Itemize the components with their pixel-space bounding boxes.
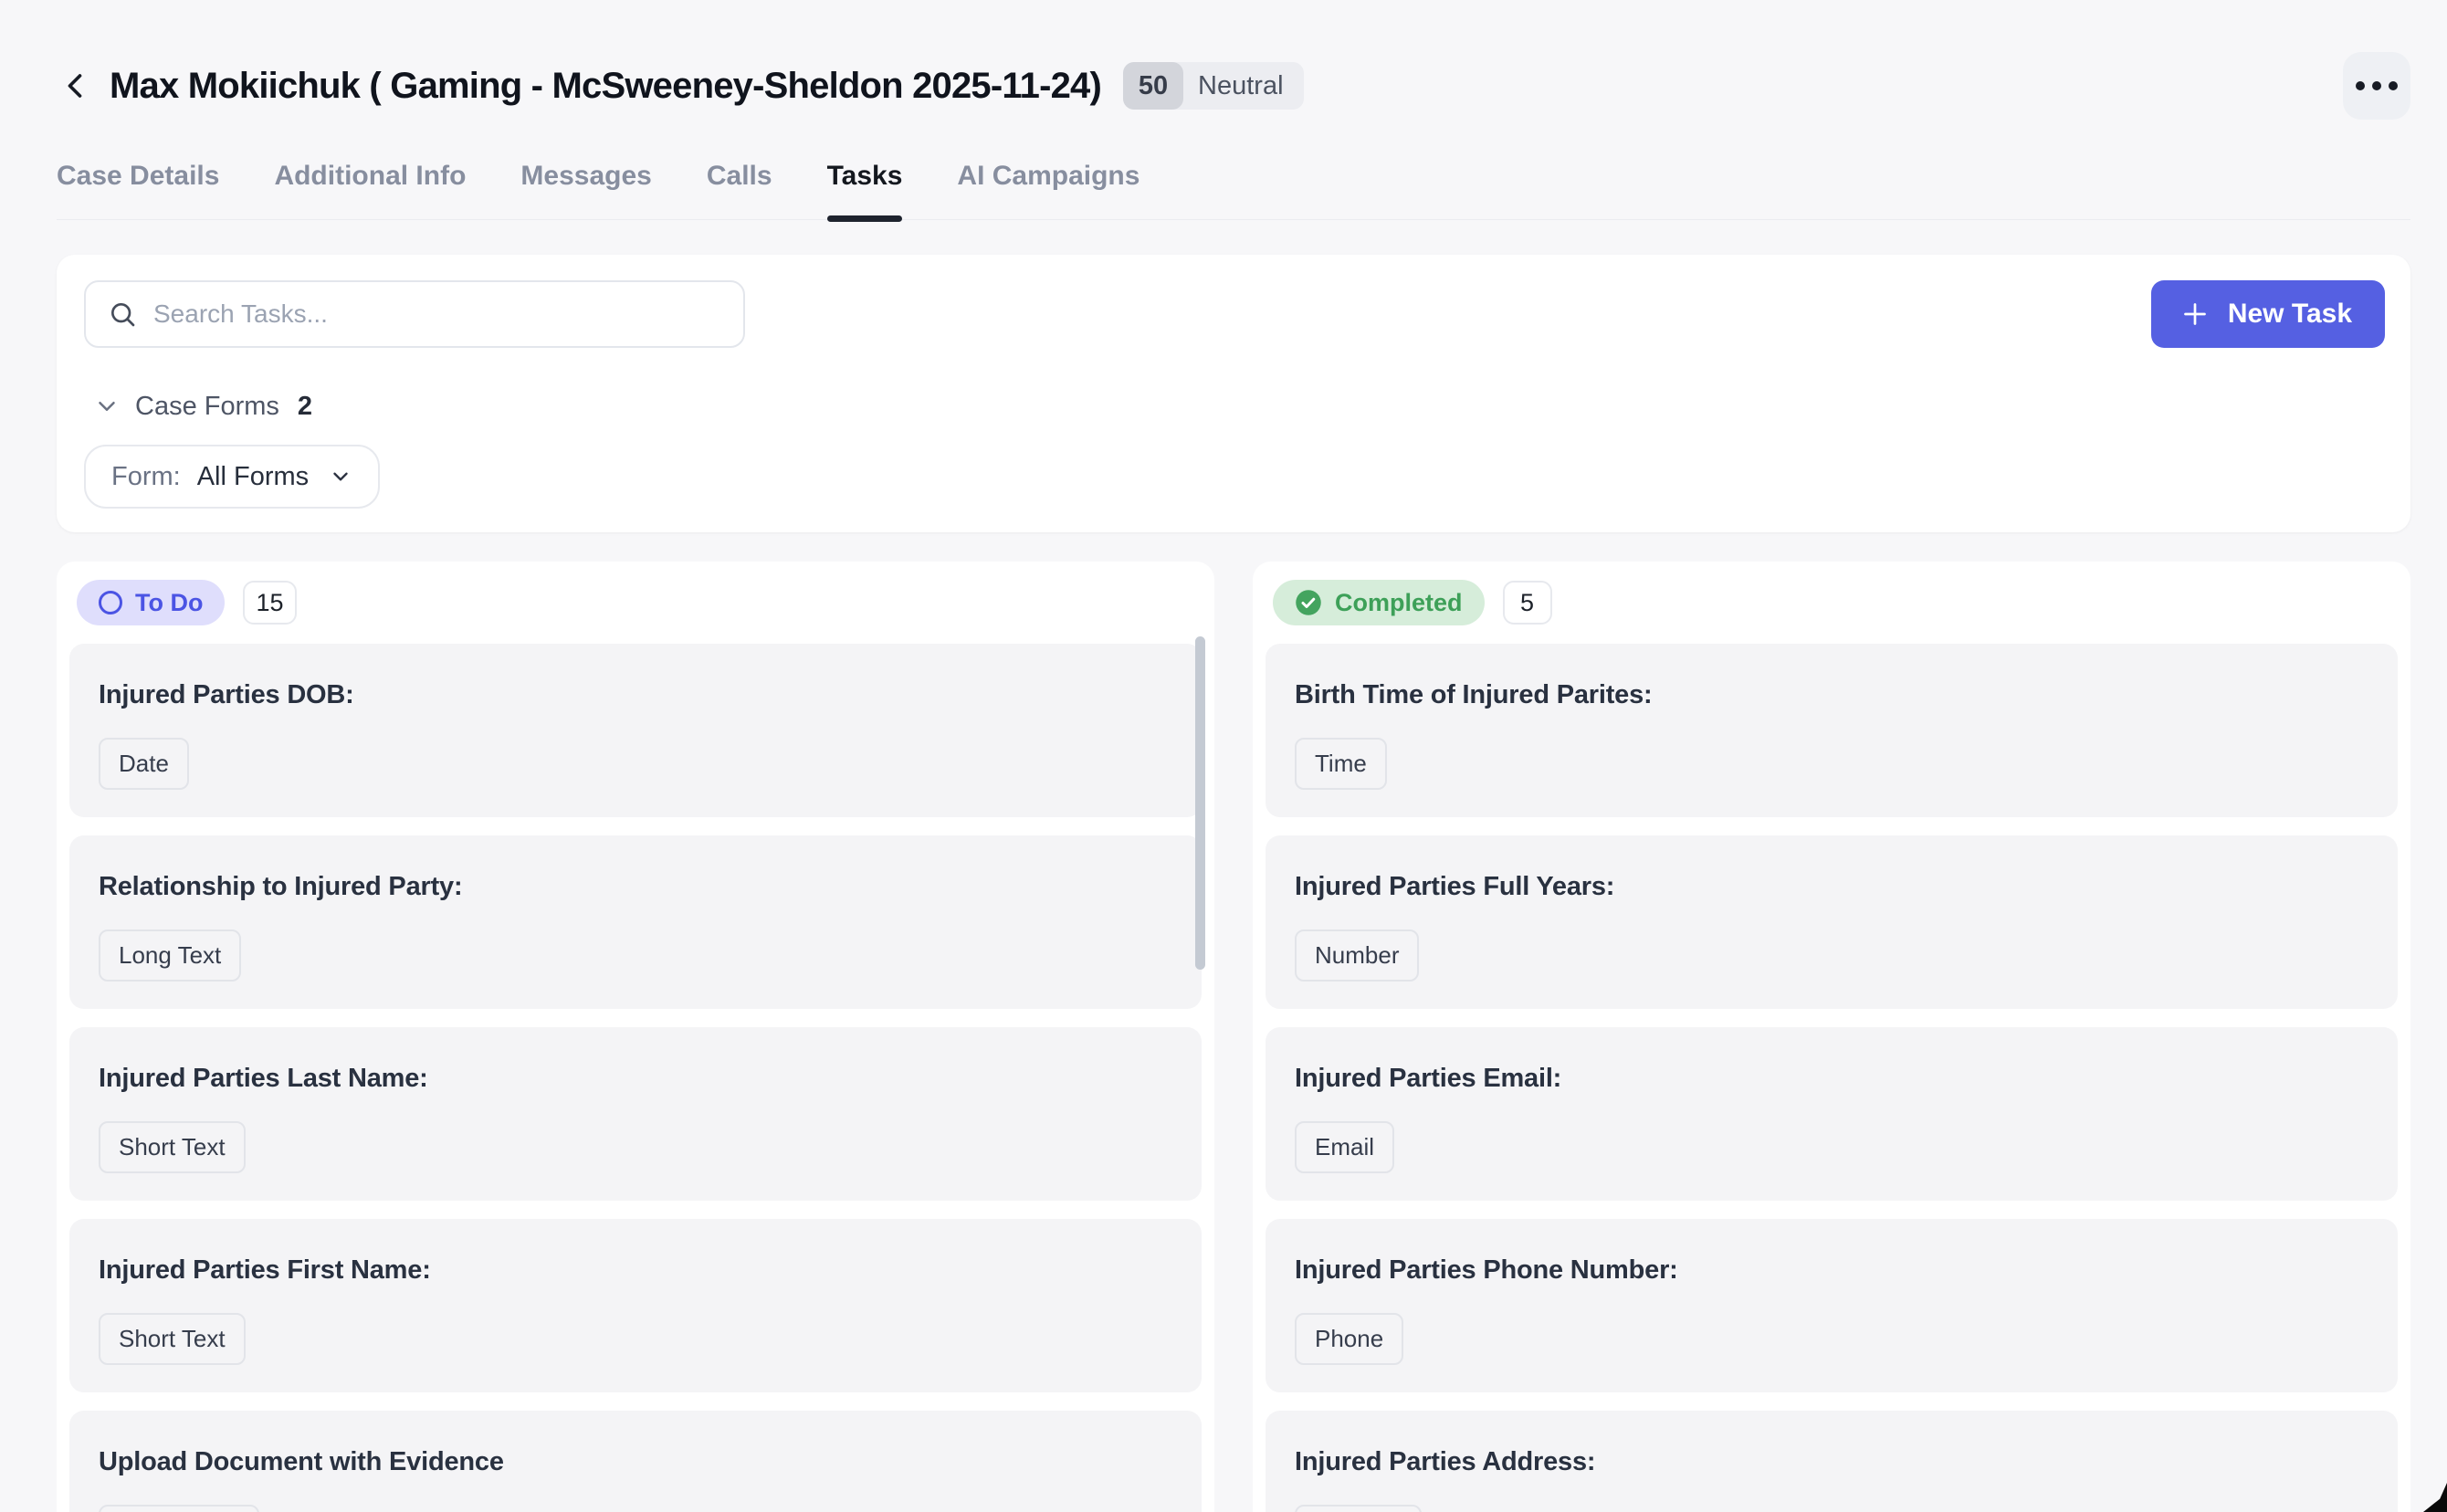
completed-task-list: Birth Time of Injured Parites: Time Inju…	[1266, 644, 2398, 1512]
completed-count: 5	[1503, 581, 1552, 625]
ellipsis-icon	[2356, 81, 2398, 90]
form-filter-dropdown[interactable]: Form: All Forms	[84, 445, 380, 509]
task-type-chip: Email	[1295, 1121, 1394, 1173]
task-title: Injured Parties Full Years:	[1295, 872, 2368, 902]
todo-task-list: Injured Parties DOB: Date Relationship t…	[69, 644, 1202, 1512]
task-card[interactable]: Injured Parties Address: Address	[1266, 1411, 2398, 1512]
completed-status-pill: Completed	[1273, 580, 1485, 625]
form-filter-label: Form:	[111, 462, 181, 492]
task-card[interactable]: Injured Parties Phone Number: Phone	[1266, 1219, 2398, 1392]
todo-column: To Do 15 Injured Parties DOB: Date Relat…	[57, 562, 1214, 1512]
case-forms-toggle[interactable]: Case Forms 2	[84, 388, 2385, 425]
task-type-chip: Short Text	[99, 1121, 246, 1173]
task-type-chip: Number	[1295, 929, 1419, 982]
task-card[interactable]: Injured Parties Email: Email	[1266, 1027, 2398, 1201]
task-title: Upload Document with Evidence	[99, 1447, 1172, 1477]
new-task-button[interactable]: New Task	[2151, 280, 2385, 348]
completed-column-header: Completed 5	[1266, 576, 2398, 625]
search-icon	[108, 299, 137, 329]
todo-count: 15	[243, 581, 296, 625]
tab-ai-campaigns[interactable]: AI Campaigns	[957, 161, 1139, 219]
tab-bar: Case Details Additional Info Messages Ca…	[57, 161, 2410, 220]
search-input[interactable]	[153, 299, 721, 329]
task-card[interactable]: Injured Parties DOB: Date	[69, 644, 1202, 817]
back-button[interactable]	[51, 62, 99, 110]
task-type-chip: Time	[1295, 738, 1387, 790]
todo-column-header: To Do 15	[69, 576, 1202, 625]
chevron-left-icon	[55, 66, 95, 106]
task-card[interactable]: Birth Time of Injured Parites: Time	[1266, 644, 2398, 817]
mouse-cursor	[2423, 1483, 2447, 1512]
tab-calls[interactable]: Calls	[707, 161, 772, 219]
tasks-page: Max Mokiichuk ( Gaming - McSweeney-Sheld…	[0, 0, 2447, 1512]
task-card[interactable]: Injured Parties Full Years: Number	[1266, 835, 2398, 1009]
check-circle-icon	[1295, 589, 1322, 616]
chevron-down-icon	[329, 465, 352, 488]
task-type-chip: Address	[1295, 1505, 1422, 1512]
task-card[interactable]: Injured Parties First Name: Short Text	[69, 1219, 1202, 1392]
task-title: Injured Parties Email:	[1295, 1064, 2368, 1094]
task-title: Injured Parties Phone Number:	[1295, 1255, 2368, 1286]
task-board: To Do 15 Injured Parties DOB: Date Relat…	[57, 562, 2410, 1512]
todo-status-label: To Do	[135, 589, 203, 617]
tasks-toolbar: New Task Case Forms 2 Form: All Forms	[57, 255, 2410, 532]
task-title: Injured Parties Last Name:	[99, 1064, 1172, 1094]
search-box[interactable]	[84, 280, 745, 348]
empty-circle-icon	[99, 591, 122, 614]
case-forms-count: 2	[298, 392, 312, 422]
form-filter-value: All Forms	[197, 462, 309, 492]
task-card[interactable]: Injured Parties Last Name: Short Text	[69, 1027, 1202, 1201]
completed-status-label: Completed	[1335, 589, 1463, 617]
task-type-chip: Long Text	[99, 929, 241, 982]
tab-case-details[interactable]: Case Details	[57, 161, 219, 219]
page-title: Max Mokiichuk ( Gaming - McSweeney-Sheld…	[110, 66, 1101, 107]
more-options-button[interactable]	[2343, 52, 2410, 120]
task-card[interactable]: Relationship to Injured Party: Long Text	[69, 835, 1202, 1009]
task-title: Birth Time of Injured Parites:	[1295, 680, 2368, 710]
new-task-label: New Task	[2228, 299, 2352, 330]
completed-column: Completed 5 Birth Time of Injured Parite…	[1253, 562, 2410, 1512]
task-title: Injured Parties First Name:	[99, 1255, 1172, 1286]
plus-icon	[2179, 298, 2211, 331]
task-title: Injured Parties DOB:	[99, 680, 1172, 710]
tab-messages[interactable]: Messages	[520, 161, 651, 219]
task-title: Injured Parties Address:	[1295, 1447, 2368, 1477]
task-title: Relationship to Injured Party:	[99, 872, 1172, 902]
tab-additional-info[interactable]: Additional Info	[274, 161, 466, 219]
task-card[interactable]: Upload Document with Evidence File Uploa…	[69, 1411, 1202, 1512]
task-type-chip: Phone	[1295, 1313, 1403, 1365]
tab-tasks[interactable]: Tasks	[827, 161, 903, 219]
todo-status-pill: To Do	[77, 580, 225, 625]
sentiment-score: 50	[1123, 62, 1183, 110]
task-type-chip: Date	[99, 738, 189, 790]
case-forms-label: Case Forms	[135, 392, 279, 422]
sentiment-label: Neutral	[1183, 71, 1304, 101]
task-type-chip: Short Text	[99, 1313, 246, 1365]
chevron-down-icon	[93, 393, 121, 420]
task-type-chip: File Upload	[99, 1505, 259, 1512]
page-header: Max Mokiichuk ( Gaming - McSweeney-Sheld…	[51, 51, 2410, 121]
sentiment-badge: 50 Neutral	[1123, 62, 1304, 110]
todo-scrollbar-thumb[interactable]	[1195, 636, 1205, 970]
